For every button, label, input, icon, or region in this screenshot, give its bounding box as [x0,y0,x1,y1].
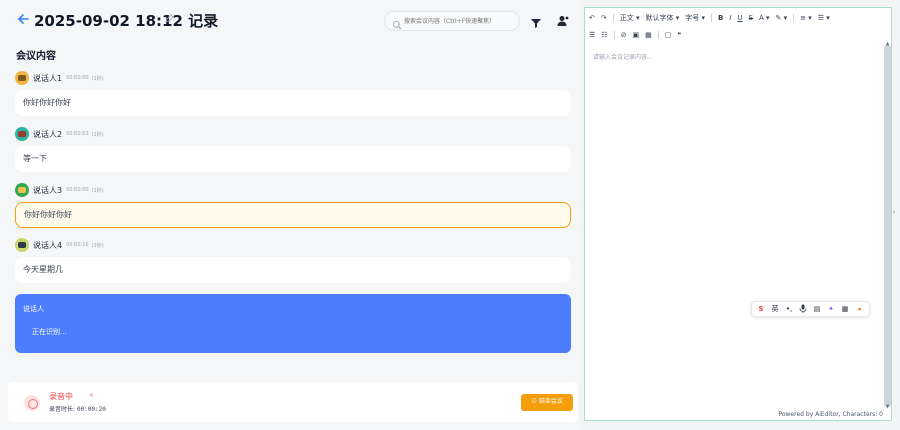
code-block-icon[interactable]: ▢ [665,31,672,39]
speaker-row: 说话人1 00:00:00 (1秒) [15,71,104,85]
recording-icon [24,395,40,411]
live-transcript-text: 正在识别... [32,328,67,336]
floating-toolbar: S 英 •, ▤ ✦ ▦ ◂ [751,301,870,317]
recording-close-icon[interactable]: × [89,392,94,399]
collapse-panel-icon[interactable]: › [893,209,899,219]
editor-content-area[interactable]: 请输入会议记录内容... [593,52,653,61]
toolbar-divider [612,14,614,22]
speaker-row: 说话人4 00:00:16 (1秒) [15,238,104,252]
italic-button[interactable]: I [729,14,731,22]
edit-title-icon[interactable] [164,14,174,24]
ordered-list-icon[interactable]: ☷ [601,31,607,39]
bullet-list-icon[interactable]: ☰ [589,31,595,39]
underline-button[interactable]: U [737,14,742,22]
end-meeting-button[interactable]: ⊙ 结束会议 [521,394,573,411]
table-icon[interactable]: ▦ [645,31,652,39]
language-toggle-icon[interactable]: 英 [770,304,780,314]
toolbar-divider [657,31,659,39]
speaker-timestamp: 00:00:00 [66,75,89,81]
toolbar-divider [613,31,615,39]
end-meeting-label: 结束会议 [538,399,563,405]
align-select[interactable]: ≡ ▾ [800,14,812,22]
quote-icon[interactable]: ❝ [677,31,681,39]
link-icon[interactable]: ⊘ [621,31,627,39]
transcript-bubble[interactable]: 等一下 [15,146,571,172]
duration-value: 00:00:20 [76,406,106,413]
font-color-button[interactable]: A ▾ [759,14,770,22]
speaker-row: 说话人2 00:00:03 (1秒) [15,127,104,141]
scroll-down-arrow-icon[interactable]: ▼ [884,403,891,411]
redo-icon[interactable]: ↷ [601,14,607,22]
editor-status-bar: Powered by AiEditor, Characters: 0 [778,411,883,418]
keyboard-icon[interactable]: ▤ [812,304,822,314]
top-bar: 2025-09-02 18:12 记录 [0,0,580,40]
transcript-bubble[interactable]: 今天星期几 [15,257,571,283]
notes-editor: ↶ ↷ 正文 ▾ 默认字体 ▾ 字号 ▾ B I U S A ▾ ✎ ▾ ≡ ▾… [584,7,892,421]
ime-logo-icon[interactable]: S [756,304,766,314]
speaker-row: 说话人3 00:00:00 (1秒) [15,183,104,197]
speaker-name[interactable]: 说话人1 [33,73,62,84]
search-icon [392,15,402,30]
speaker-timestamp: 00:00:16 [66,242,89,248]
editor-toolbar-row1: ↶ ↷ 正文 ▾ 默认字体 ▾ 字号 ▾ B I U S A ▾ ✎ ▾ ≡ ▾… [585,10,891,26]
search-box[interactable] [384,11,520,31]
speaker-timestamp: 00:00:00 [66,187,89,193]
recording-footer: 录音中 × 录音时长: 00:00:20 ⊙ 结束会议 [8,382,578,422]
more-icon[interactable]: ◂ [854,304,864,314]
filter-icon[interactable] [530,14,542,28]
speaker-timestamp: 00:00:03 [66,131,89,137]
toolbar-divider [711,14,712,22]
speaker-name[interactable]: 说话人4 [33,240,62,251]
speaker-duration: (1秒) [91,242,104,249]
speaker-duration: (1秒) [91,187,104,194]
transcript-bubble-active[interactable]: 你好你好你好 [15,202,571,228]
speaker-settings-icon[interactable] [556,13,570,27]
paragraph-style-select[interactable]: 正文 ▾ [620,13,640,23]
back-arrow-icon[interactable] [16,12,30,26]
editor-scrollbar[interactable] [884,46,891,406]
app-window: 2025-09-02 18:12 记录 会议内容 说话人1 00:00:00 [0,0,900,430]
search-input[interactable] [404,14,514,28]
speaker-avatar-icon [15,238,29,252]
speaker-duration: (1秒) [91,131,104,138]
speaker-name[interactable]: 说话人2 [33,129,62,140]
strikethrough-button[interactable]: S [749,14,753,22]
recording-duration: 录音时长: 00:00:20 [49,404,106,413]
speaker-avatar-icon [15,127,29,141]
font-size-select[interactable]: 字号 ▾ [685,13,705,23]
speaker-avatar-icon [15,71,29,85]
punctuation-icon[interactable]: •, [784,304,794,314]
transcript-pane: 2025-09-02 18:12 记录 会议内容 说话人1 00:00:00 [0,0,580,430]
duration-label: 录音时长: [49,406,76,413]
toolbar-divider [793,14,795,22]
font-family-select[interactable]: 默认字体 ▾ [646,13,680,23]
end-meeting-icon: ⊙ [531,399,538,405]
skin-icon[interactable]: ✦ [826,304,836,314]
live-transcript-card: 说话人 正在识别... [15,294,571,353]
section-title: 会议内容 [16,51,56,62]
recording-status: 录音中 [49,392,73,401]
microphone-icon[interactable] [798,304,808,314]
page-title: 2025-09-02 18:12 记录 [34,12,219,30]
bold-button[interactable]: B [718,14,723,22]
live-speaker-name: 说话人 [23,305,44,313]
image-icon[interactable]: ▣ [632,31,639,39]
highlight-button[interactable]: ✎ ▾ [776,14,788,22]
speaker-name[interactable]: 说话人3 [33,185,62,196]
editor-toolbar-row2: ☰ ☷ ⊘ ▣ ▦ ▢ ❝ [585,27,891,43]
line-height-select[interactable]: ☰ ▾ [818,14,830,22]
undo-icon[interactable]: ↶ [589,14,595,22]
speaker-duration: (1秒) [91,75,104,82]
toolbox-icon[interactable]: ▦ [840,304,850,314]
speaker-avatar-icon [15,183,29,197]
transcript-bubble[interactable]: 你好你好你好 [15,90,571,116]
